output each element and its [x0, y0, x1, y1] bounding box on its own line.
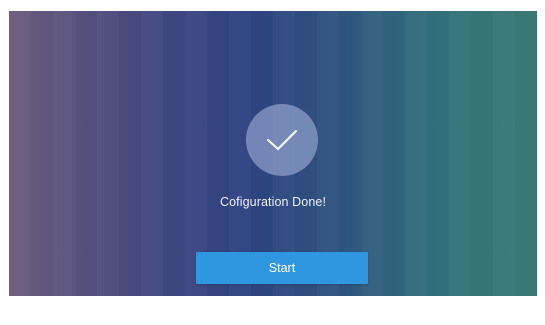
status-message: Cofiguration Done!	[219, 195, 327, 209]
checkmark-icon	[267, 130, 297, 150]
setup-complete-screen: Cofiguration Done! Start	[9, 11, 537, 296]
start-button[interactable]: Start	[196, 252, 368, 284]
success-badge	[246, 104, 318, 176]
